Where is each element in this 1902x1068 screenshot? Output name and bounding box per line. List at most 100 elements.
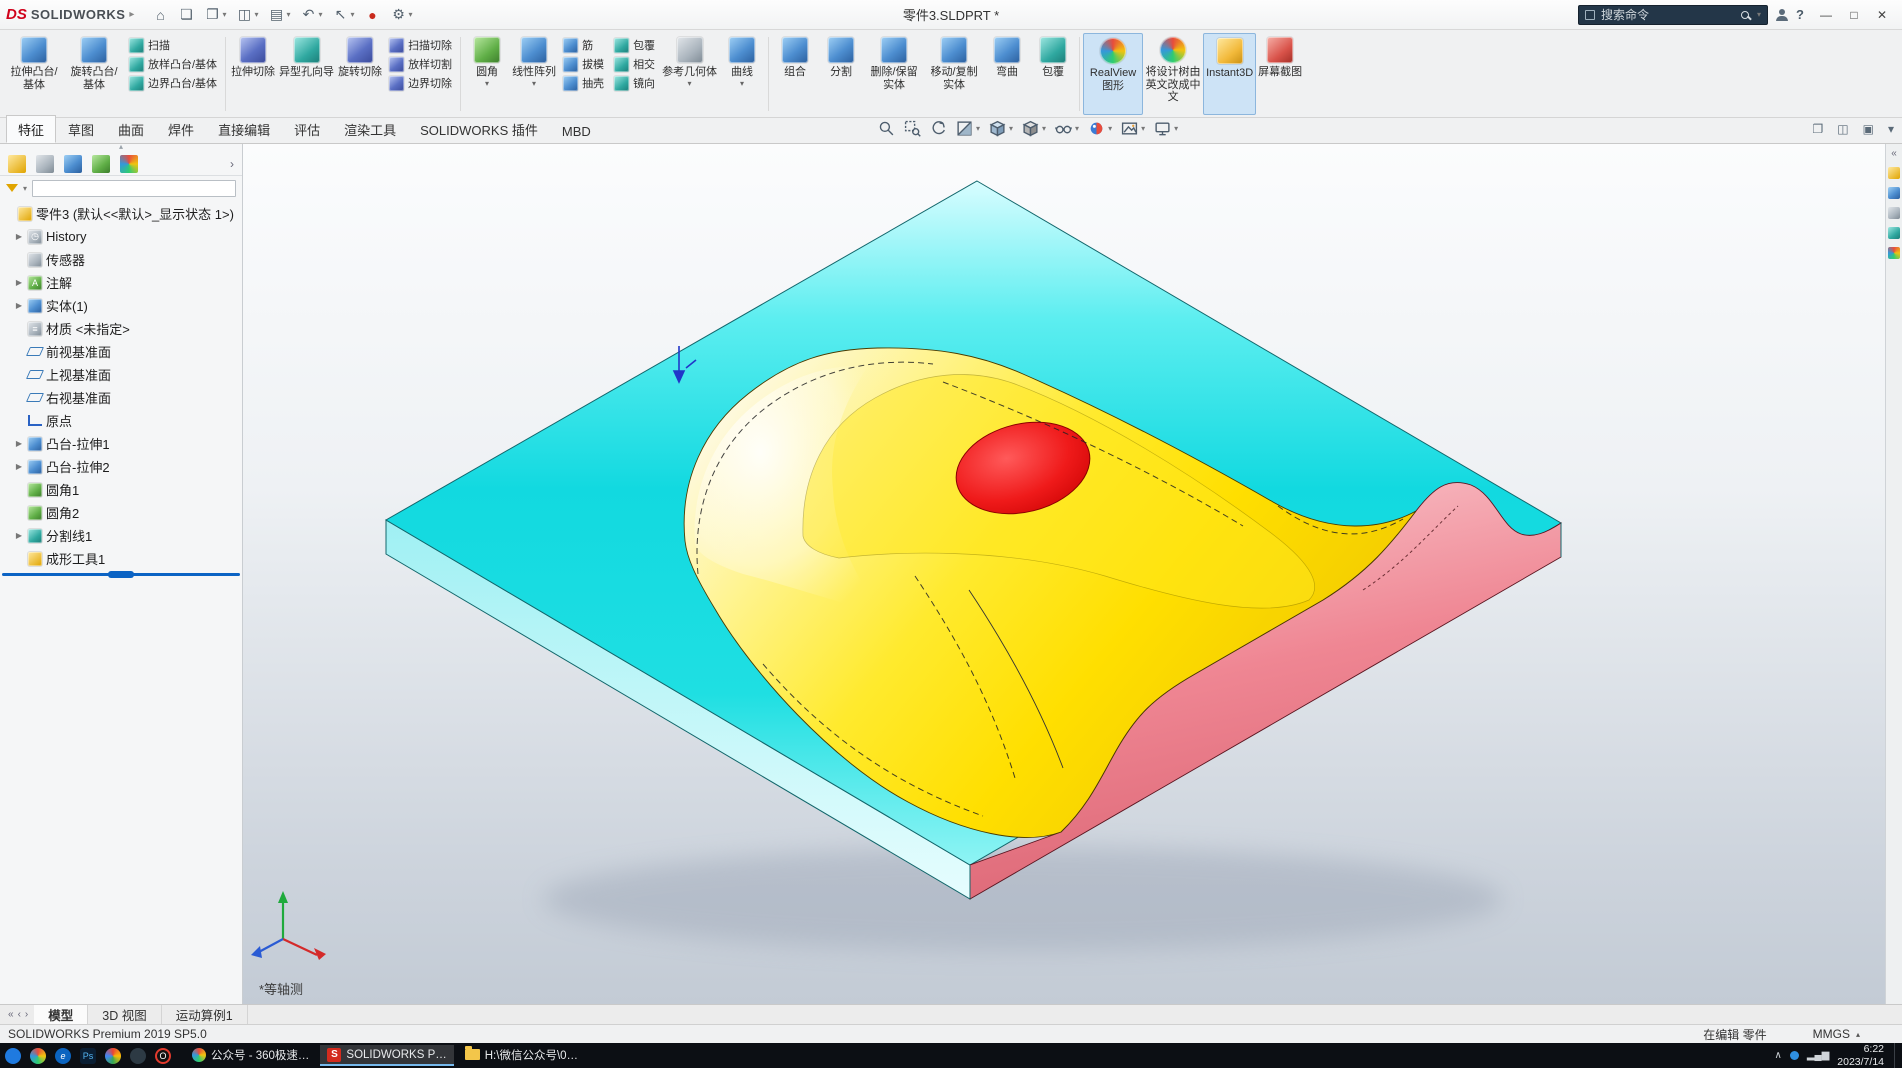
tree-item[interactable]: 前视基准面 xyxy=(0,340,242,363)
wrap-button[interactable]: 包覆 xyxy=(611,36,658,54)
hide-show-items-button[interactable]: ▾ xyxy=(1055,120,1079,137)
chrome-browser-button[interactable] xyxy=(104,1047,122,1065)
open-button[interactable]: ❐ ▾ xyxy=(200,4,230,25)
dropdown-caret-icon[interactable]: ▾ xyxy=(409,10,413,19)
tray-app-icon[interactable] xyxy=(1789,1051,1799,1060)
draft-button[interactable]: 拔模 xyxy=(560,55,607,73)
app-blue-circle-button[interactable] xyxy=(4,1047,22,1065)
command-tab-2[interactable]: 曲面 xyxy=(106,115,156,143)
dropdown-caret-icon[interactable]: ▾ xyxy=(740,79,744,88)
status-units[interactable]: MMGS ▴ xyxy=(1813,1027,1860,1041)
undo-button[interactable]: ↶ ▾ xyxy=(296,4,326,25)
expand-arrow-icon[interactable]: ▶ xyxy=(14,439,24,448)
search-caret-icon[interactable]: ▾ xyxy=(1757,10,1761,19)
lofted-cut-button[interactable]: 放样切割 xyxy=(386,55,455,73)
collapse-taskpane-icon[interactable]: « xyxy=(1891,148,1897,159)
instant3d-button[interactable]: Instant3D xyxy=(1203,33,1257,115)
model-3d-view[interactable] xyxy=(243,144,1885,1004)
curves-button[interactable]: 曲线 ▾ xyxy=(719,33,765,115)
home-button[interactable]: ⌂ xyxy=(148,5,172,25)
app-multicolor-button[interactable] xyxy=(29,1047,47,1065)
fillet-button[interactable]: 圆角 ▾ xyxy=(464,33,510,115)
swept-cut-button[interactable]: 扫描切除 xyxy=(386,36,455,54)
graphics-area[interactable]: *等轴测 xyxy=(243,144,1885,1004)
tree-item[interactable]: 成形工具1 xyxy=(0,547,242,570)
expand-arrow-icon[interactable]: ▶ xyxy=(14,278,24,287)
realview-graphics-button[interactable]: RealView图形 xyxy=(1083,33,1144,115)
dropdown-caret-icon[interactable]: ▾ xyxy=(688,79,692,88)
displaymanager-tab-icon[interactable] xyxy=(120,154,138,173)
tray-network-icon[interactable]: ▂▄▆ xyxy=(1807,1050,1829,1061)
expand-arrow-icon[interactable]: ▶ xyxy=(14,531,24,540)
dropdown-caret-icon[interactable]: ▾ xyxy=(254,10,258,19)
split-button[interactable]: 分割 xyxy=(818,33,864,115)
move-copy-body-button[interactable]: 移动/复制实体 xyxy=(924,33,984,115)
zoom-fit-button[interactable] xyxy=(878,120,895,137)
dropdown-caret-icon[interactable]: ▾ xyxy=(286,10,290,19)
close-button[interactable]: ✕ xyxy=(1868,8,1896,22)
rollback-grip[interactable] xyxy=(108,571,134,578)
reference-geometry-button[interactable]: 参考几何体 ▾ xyxy=(660,33,719,115)
view-settings-button[interactable]: ▾ xyxy=(1154,120,1178,137)
opera-browser-button[interactable]: O xyxy=(154,1047,172,1065)
configurationmanager-tab-icon[interactable] xyxy=(64,154,82,173)
tray-hidden-icons-chevron[interactable]: ∧ xyxy=(1774,1050,1781,1061)
command-tab-6[interactable]: 渲染工具 xyxy=(332,115,408,143)
help-icon[interactable]: ? xyxy=(1796,7,1804,22)
print-button[interactable]: ▤ ▾ xyxy=(264,4,294,25)
taskbar-task-0[interactable]: 公众号 - 360极速… xyxy=(185,1045,316,1066)
new-document-button[interactable]: ❏ xyxy=(174,4,198,25)
taskbar-clock[interactable]: 6:22 2023/7/14 xyxy=(1837,1043,1886,1067)
previous-view-button[interactable] xyxy=(930,120,947,137)
sw-resources-icon[interactable] xyxy=(1888,167,1900,179)
rib-button[interactable]: 筋 xyxy=(560,36,607,54)
dropdown-caret-icon[interactable]: ▾ xyxy=(1075,124,1079,133)
maximize-button[interactable]: □ xyxy=(1840,8,1868,22)
tree-item[interactable]: 上视基准面 xyxy=(0,363,242,386)
pane-close-icon[interactable]: ▾ xyxy=(1888,122,1894,136)
screen-capture-button[interactable]: 屏幕截图 xyxy=(1256,33,1304,115)
loft-button[interactable]: 放样凸台/基体 xyxy=(126,55,220,73)
design-library-icon[interactable] xyxy=(1888,187,1900,199)
show-desktop-button[interactable] xyxy=(1894,1043,1898,1068)
featuremanager-tab-icon[interactable] xyxy=(8,154,26,173)
command-tab-7[interactable]: SOLIDWORKS 插件 xyxy=(408,115,550,143)
taskbar-task-1[interactable]: S SOLIDWORKS P… xyxy=(320,1045,454,1066)
combine-button[interactable]: 组合 xyxy=(772,33,818,115)
document-tab-0[interactable]: 模型 xyxy=(34,1005,89,1024)
delete-keep-body-button[interactable]: 删除/保留实体 xyxy=(864,33,924,115)
tree-item[interactable]: ▶ 分割线1 xyxy=(0,524,242,547)
minimize-button[interactable]: — xyxy=(1812,8,1840,22)
select-button[interactable]: ↖ ▾ xyxy=(329,4,359,25)
linear-pattern-button[interactable]: 线性阵列 ▾ xyxy=(510,33,558,115)
tree-item[interactable]: ▶ A 注解 xyxy=(0,271,242,294)
edit-appearance-button[interactable]: ▾ xyxy=(1088,120,1112,137)
dimxpert-tab-icon[interactable] xyxy=(92,154,110,173)
document-tab-1[interactable]: 3D 视图 xyxy=(88,1005,162,1024)
tree-item[interactable]: ▶ 凸台-拉伸1 xyxy=(0,432,242,455)
tree-item[interactable]: ▶ 凸台-拉伸2 xyxy=(0,455,242,478)
panel-collapse-grip[interactable]: ▴ xyxy=(0,143,242,152)
tree-filter-input[interactable] xyxy=(32,179,236,197)
tree-item[interactable]: ▶ 实体(1) xyxy=(0,294,242,317)
shell-button[interactable]: 抽壳 xyxy=(560,74,607,92)
tree-item[interactable]: 右视基准面 xyxy=(0,386,242,409)
propertymanager-tab-icon[interactable] xyxy=(36,154,54,173)
user-account-icon[interactable] xyxy=(1776,8,1789,21)
dropdown-caret-icon[interactable]: ▾ xyxy=(222,10,226,19)
mirror-button[interactable]: 镜向 xyxy=(611,74,658,92)
pane-maximize-icon[interactable]: ▣ xyxy=(1863,122,1874,136)
display-style-button[interactable]: ▾ xyxy=(1022,120,1046,137)
revolved-cut-button[interactable]: 旋转切除 xyxy=(336,33,384,115)
flex-button[interactable]: 弯曲 xyxy=(984,33,1030,115)
boundary-cut-button[interactable]: 边界切除 xyxy=(386,74,455,92)
tab-scroll-first-icon[interactable]: « xyxy=(8,1009,14,1020)
expand-panel-icon[interactable]: › xyxy=(230,157,234,171)
filter-funnel-icon[interactable] xyxy=(6,184,18,192)
appearances-icon[interactable] xyxy=(1888,247,1900,259)
pane-previous-icon[interactable]: ❐ xyxy=(1813,122,1824,136)
dropdown-caret-icon[interactable]: ▾ xyxy=(1141,124,1145,133)
dropdown-caret-icon[interactable]: ▾ xyxy=(1042,124,1046,133)
command-tab-4[interactable]: 直接编辑 xyxy=(206,115,282,143)
save-button[interactable]: ◫ ▾ xyxy=(232,4,262,25)
